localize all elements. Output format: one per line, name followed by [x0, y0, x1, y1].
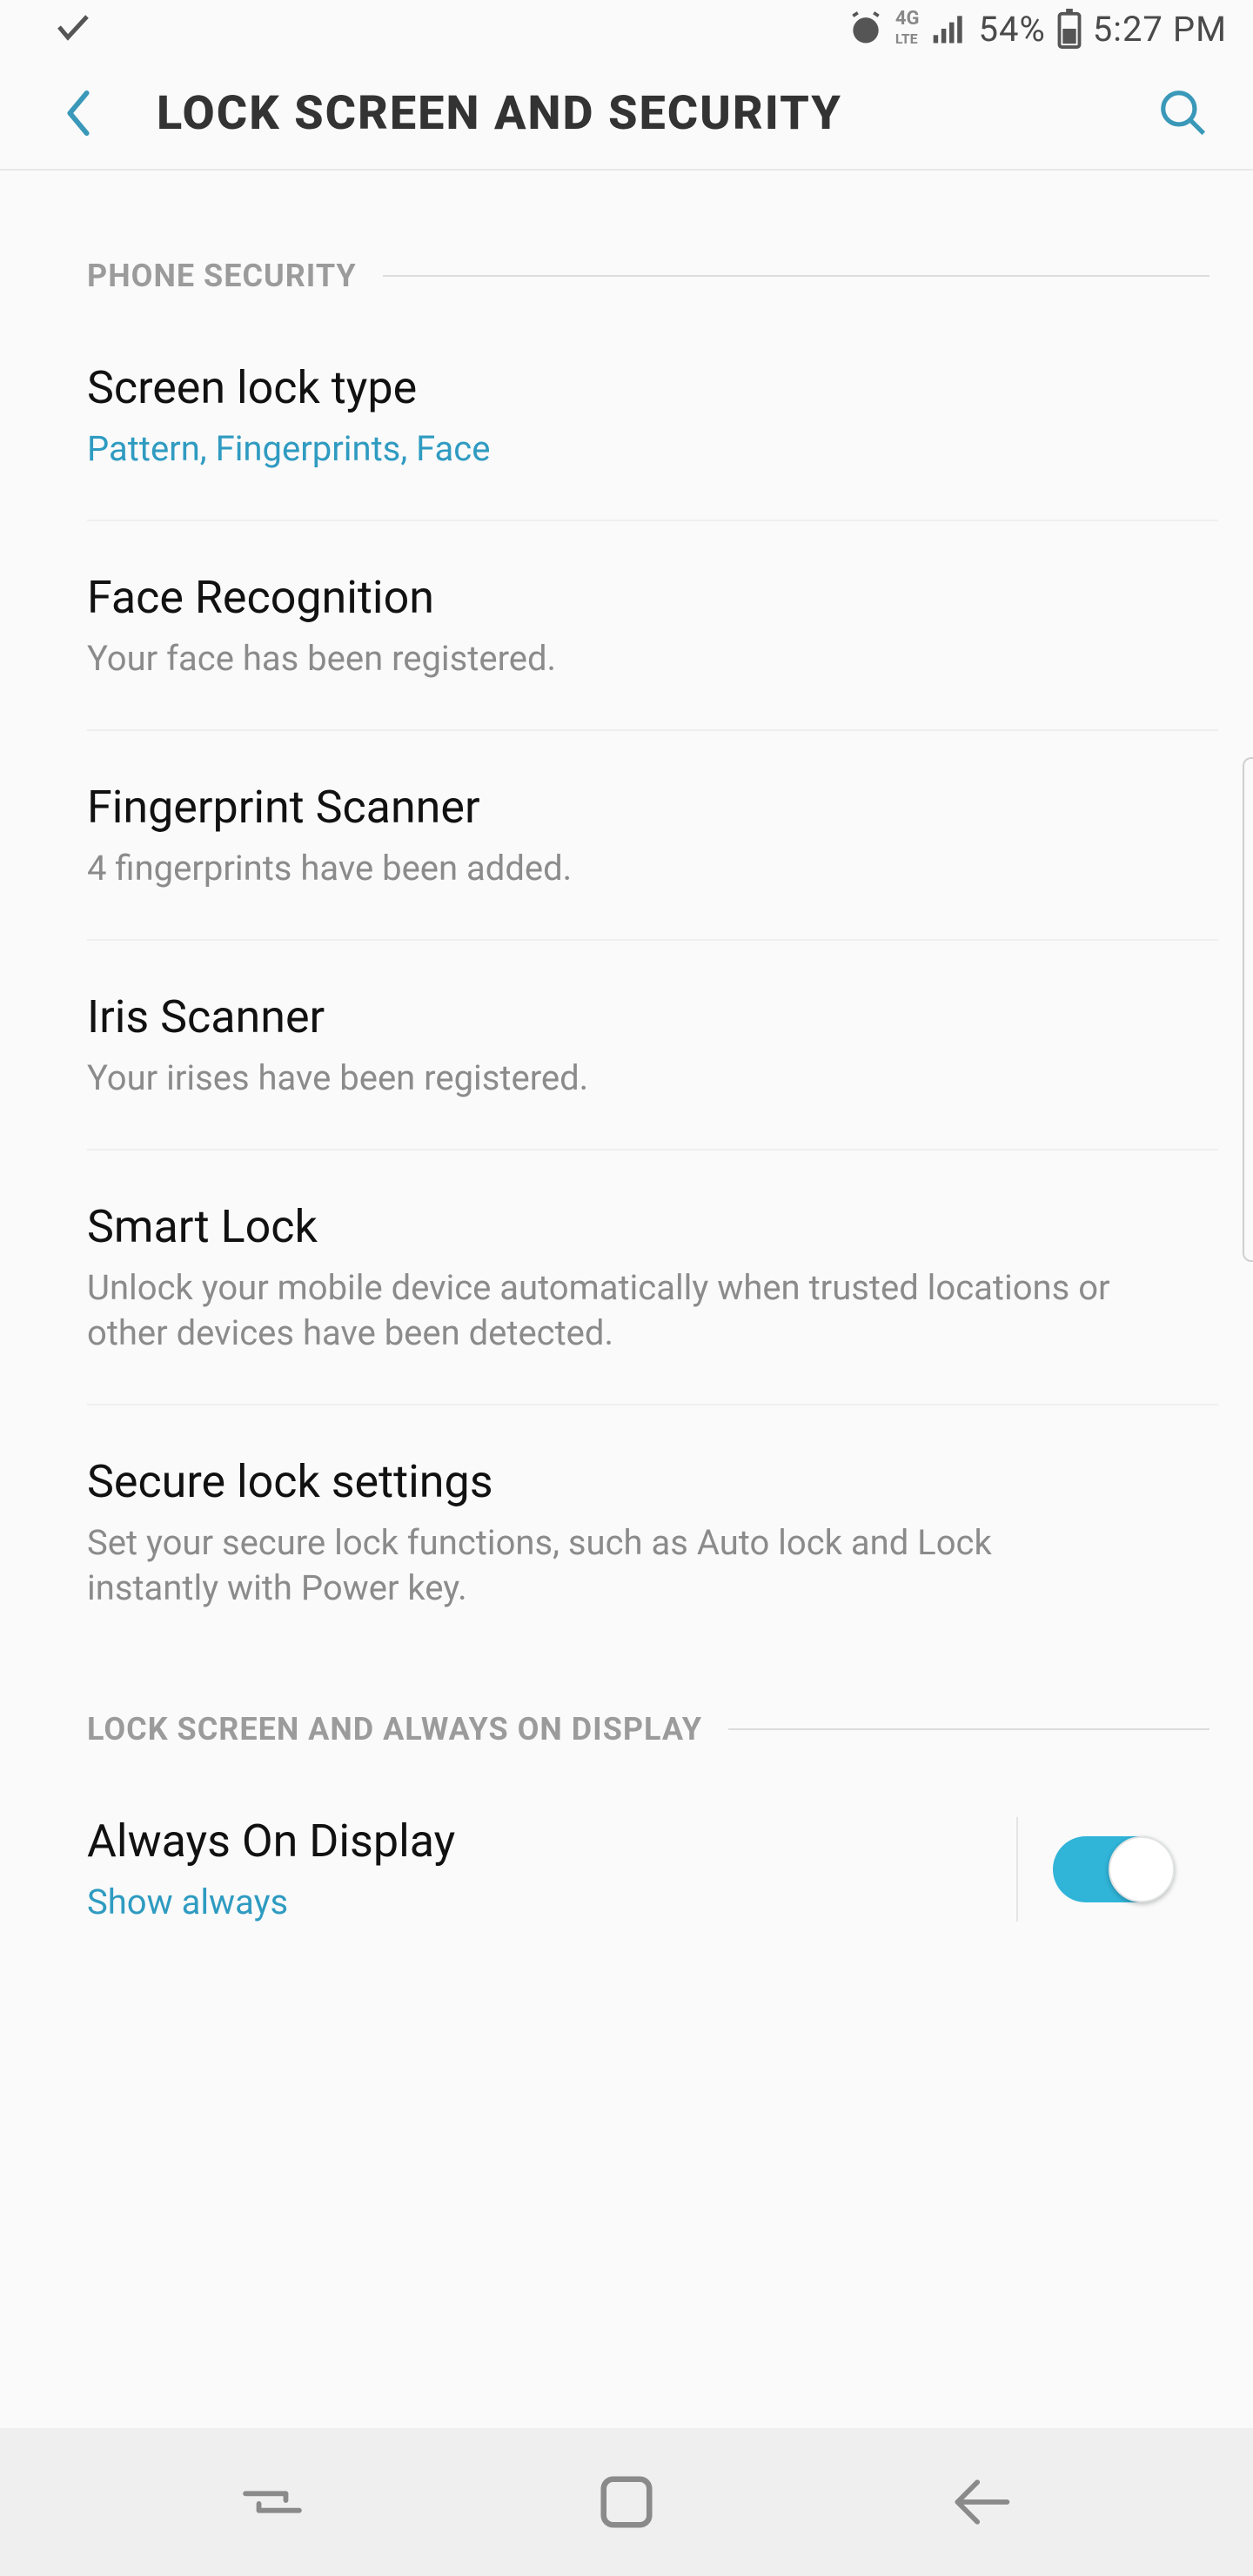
setting-smart-lock[interactable]: Smart Lock Unlock your mobile device aut…	[87, 1150, 1218, 1405]
checkmark-icon	[52, 6, 94, 51]
setting-title: Fingerprint Scanner	[87, 779, 1192, 835]
setting-fingerprint-scanner[interactable]: Fingerprint Scanner 4 fingerprints have …	[87, 731, 1218, 941]
setting-title: Secure lock settings	[87, 1453, 1192, 1510]
setting-face-recognition[interactable]: Face Recognition Your face has been regi…	[87, 521, 1218, 731]
section-header-lock-screen-aod: LOCK SCREEN AND ALWAYS ON DISPLAY	[87, 1711, 1218, 1748]
setting-title: Screen lock type	[87, 359, 1192, 416]
scroll-indicator[interactable]	[1243, 757, 1253, 1262]
setting-subtitle: Unlock your mobile device automatically …	[87, 1265, 1192, 1356]
setting-subtitle: Set your secure lock functions, such as …	[87, 1520, 1192, 1611]
setting-subtitle: 4 fingerprints have been added.	[87, 846, 1192, 891]
alarm-icon	[847, 10, 885, 48]
setting-subtitle: Pattern, Fingerprints, Face	[87, 426, 1192, 472]
network-4g-icon: 4GLTE	[895, 10, 920, 48]
app-header: LOCK SCREEN AND SECURITY	[0, 57, 1253, 171]
setting-title: Smart Lock	[87, 1198, 1192, 1255]
setting-title: Always On Display	[87, 1813, 1016, 1869]
setting-secure-lock-settings[interactable]: Secure lock settings Set your secure loc…	[87, 1405, 1218, 1659]
setting-iris-scanner[interactable]: Iris Scanner Your irises have been regis…	[87, 941, 1218, 1150]
section-header-phone-security: PHONE SECURITY	[87, 258, 1218, 294]
recents-button[interactable]	[220, 2450, 325, 2554]
battery-icon	[1056, 9, 1082, 49]
setting-screen-lock-type[interactable]: Screen lock type Pattern, Fingerprints, …	[87, 312, 1218, 521]
status-left	[52, 6, 94, 51]
status-bar: 4GLTE 54% 5:27 PM	[0, 0, 1253, 57]
setting-subtitle: Your irises have been registered.	[87, 1056, 1192, 1101]
settings-content[interactable]: PHONE SECURITY Screen lock type Pattern,…	[0, 171, 1253, 2428]
setting-title: Iris Scanner	[87, 989, 1192, 1045]
setting-subtitle: Show always	[87, 1880, 1016, 1925]
home-button[interactable]	[574, 2450, 679, 2554]
always-on-display-toggle[interactable]	[1053, 1836, 1175, 1902]
setting-subtitle: Your face has been registered.	[87, 636, 1192, 681]
signal-icon	[930, 10, 968, 48]
toggle-knob	[1109, 1836, 1175, 1902]
setting-title: Face Recognition	[87, 569, 1192, 626]
back-nav-button[interactable]	[928, 2450, 1033, 2554]
battery-text: 54%	[979, 9, 1046, 50]
divider	[383, 275, 1209, 277]
back-button[interactable]	[52, 90, 104, 137]
section-header-label: PHONE SECURITY	[87, 258, 357, 294]
setting-always-on-display[interactable]: Always On Display Show always	[87, 1765, 1218, 1951]
clock-text: 5:27 PM	[1093, 9, 1227, 50]
page-title: LOCK SCREEN AND SECURITY	[104, 86, 1149, 141]
search-button[interactable]	[1149, 86, 1218, 140]
toggle-divider	[1016, 1817, 1175, 1922]
status-right: 4GLTE 54% 5:27 PM	[847, 9, 1227, 50]
navigation-bar	[0, 2428, 1253, 2576]
section-header-label: LOCK SCREEN AND ALWAYS ON DISPLAY	[87, 1711, 702, 1748]
divider	[728, 1728, 1209, 1730]
